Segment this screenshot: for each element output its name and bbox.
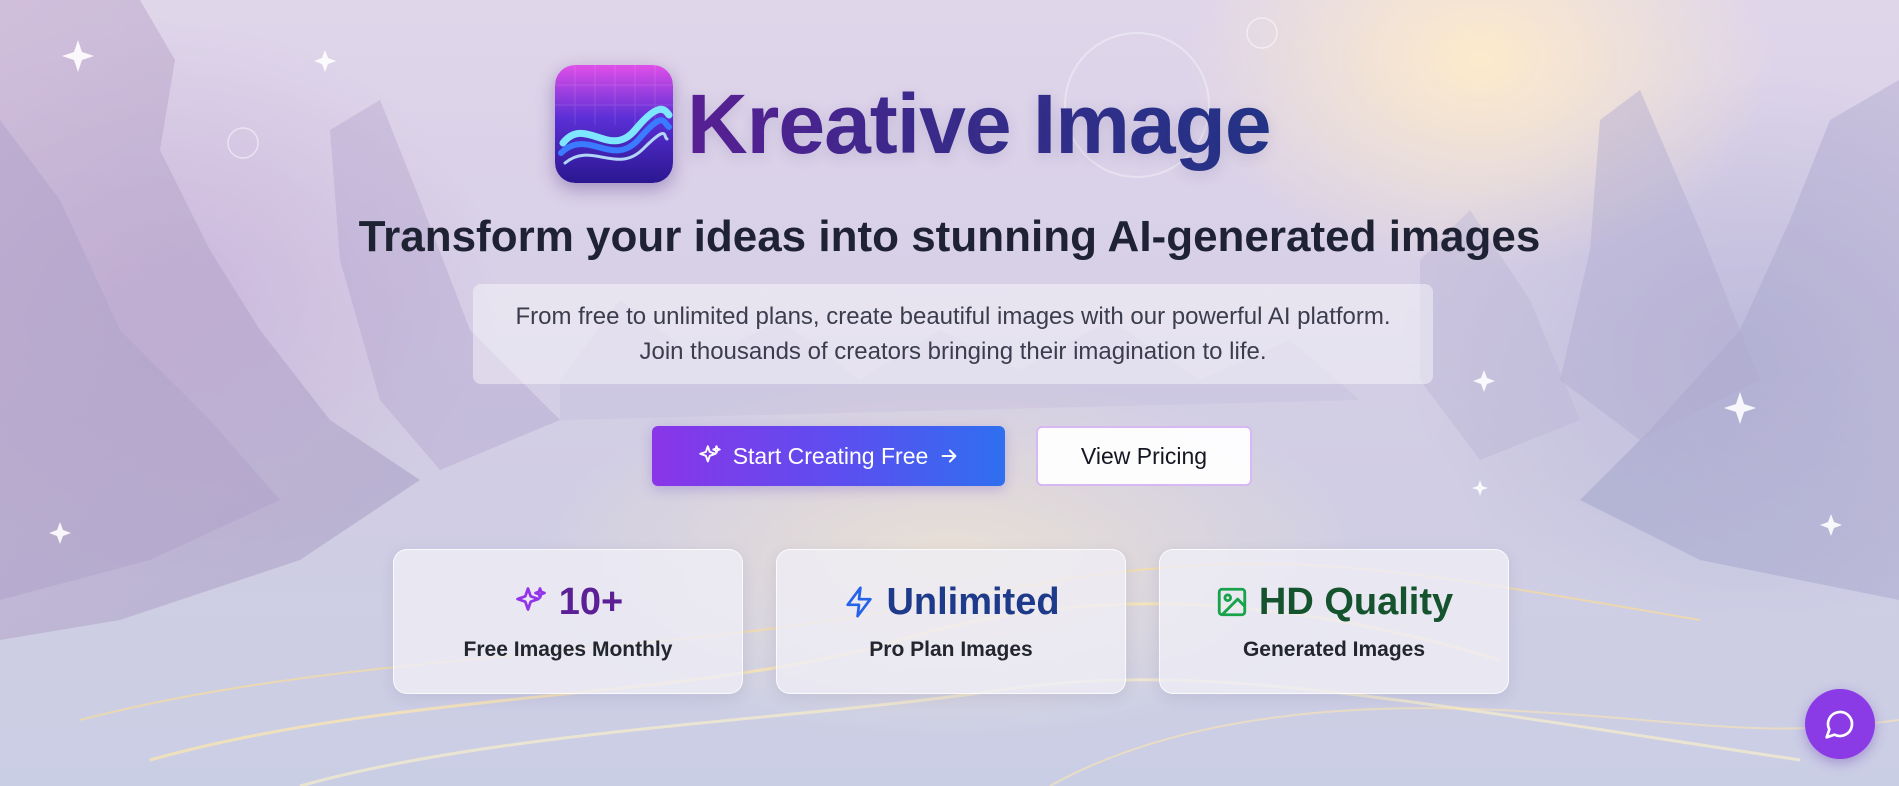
- hero-content: Kreative Image Transform your ideas into…: [0, 0, 1899, 786]
- brand-name: Kreative Image: [687, 76, 1272, 171]
- chat-button[interactable]: [1805, 689, 1875, 759]
- hero-description: From free to unlimited plans, create bea…: [515, 303, 1391, 365]
- brand-header: Kreative Image: [555, 64, 1272, 184]
- image-icon: [1215, 585, 1249, 619]
- stat-label: Generated Images: [1242, 638, 1426, 661]
- stat-header: Unlimited: [777, 580, 1125, 624]
- sparkles-icon: [697, 443, 723, 469]
- arrow-right-icon: [938, 445, 960, 467]
- stat-header: HD Quality: [1160, 580, 1508, 624]
- stat-header: 10+: [394, 580, 742, 624]
- hero-tagline: Transform your ideas into stunning AI-ge…: [358, 212, 1541, 261]
- hero-section: Kreative Image Transform your ideas into…: [0, 0, 1899, 786]
- stat-card-hd-quality: HD Quality Generated Images: [1159, 549, 1509, 694]
- stat-label: Free Images Monthly: [463, 638, 673, 661]
- description-box: From free to unlimited plans, create bea…: [473, 284, 1433, 384]
- start-creating-button[interactable]: Start Creating Free: [652, 426, 1005, 486]
- stat-card-pro-plan: Unlimited Pro Plan Images: [776, 549, 1126, 694]
- stat-label: Pro Plan Images: [869, 638, 1033, 661]
- chat-bubble-icon: [1824, 708, 1856, 740]
- wave-logo-icon: [555, 65, 673, 183]
- start-creating-label: Start Creating Free: [732, 442, 929, 469]
- view-pricing-button[interactable]: View Pricing: [1036, 426, 1252, 486]
- sparkles-icon: [513, 584, 549, 620]
- lightning-icon: [842, 585, 876, 619]
- stat-value: Unlimited: [886, 580, 1060, 623]
- stat-value: HD Quality: [1258, 580, 1454, 623]
- stat-value: 10+: [558, 580, 624, 623]
- stat-card-free-images: 10+ Free Images Monthly: [393, 549, 743, 694]
